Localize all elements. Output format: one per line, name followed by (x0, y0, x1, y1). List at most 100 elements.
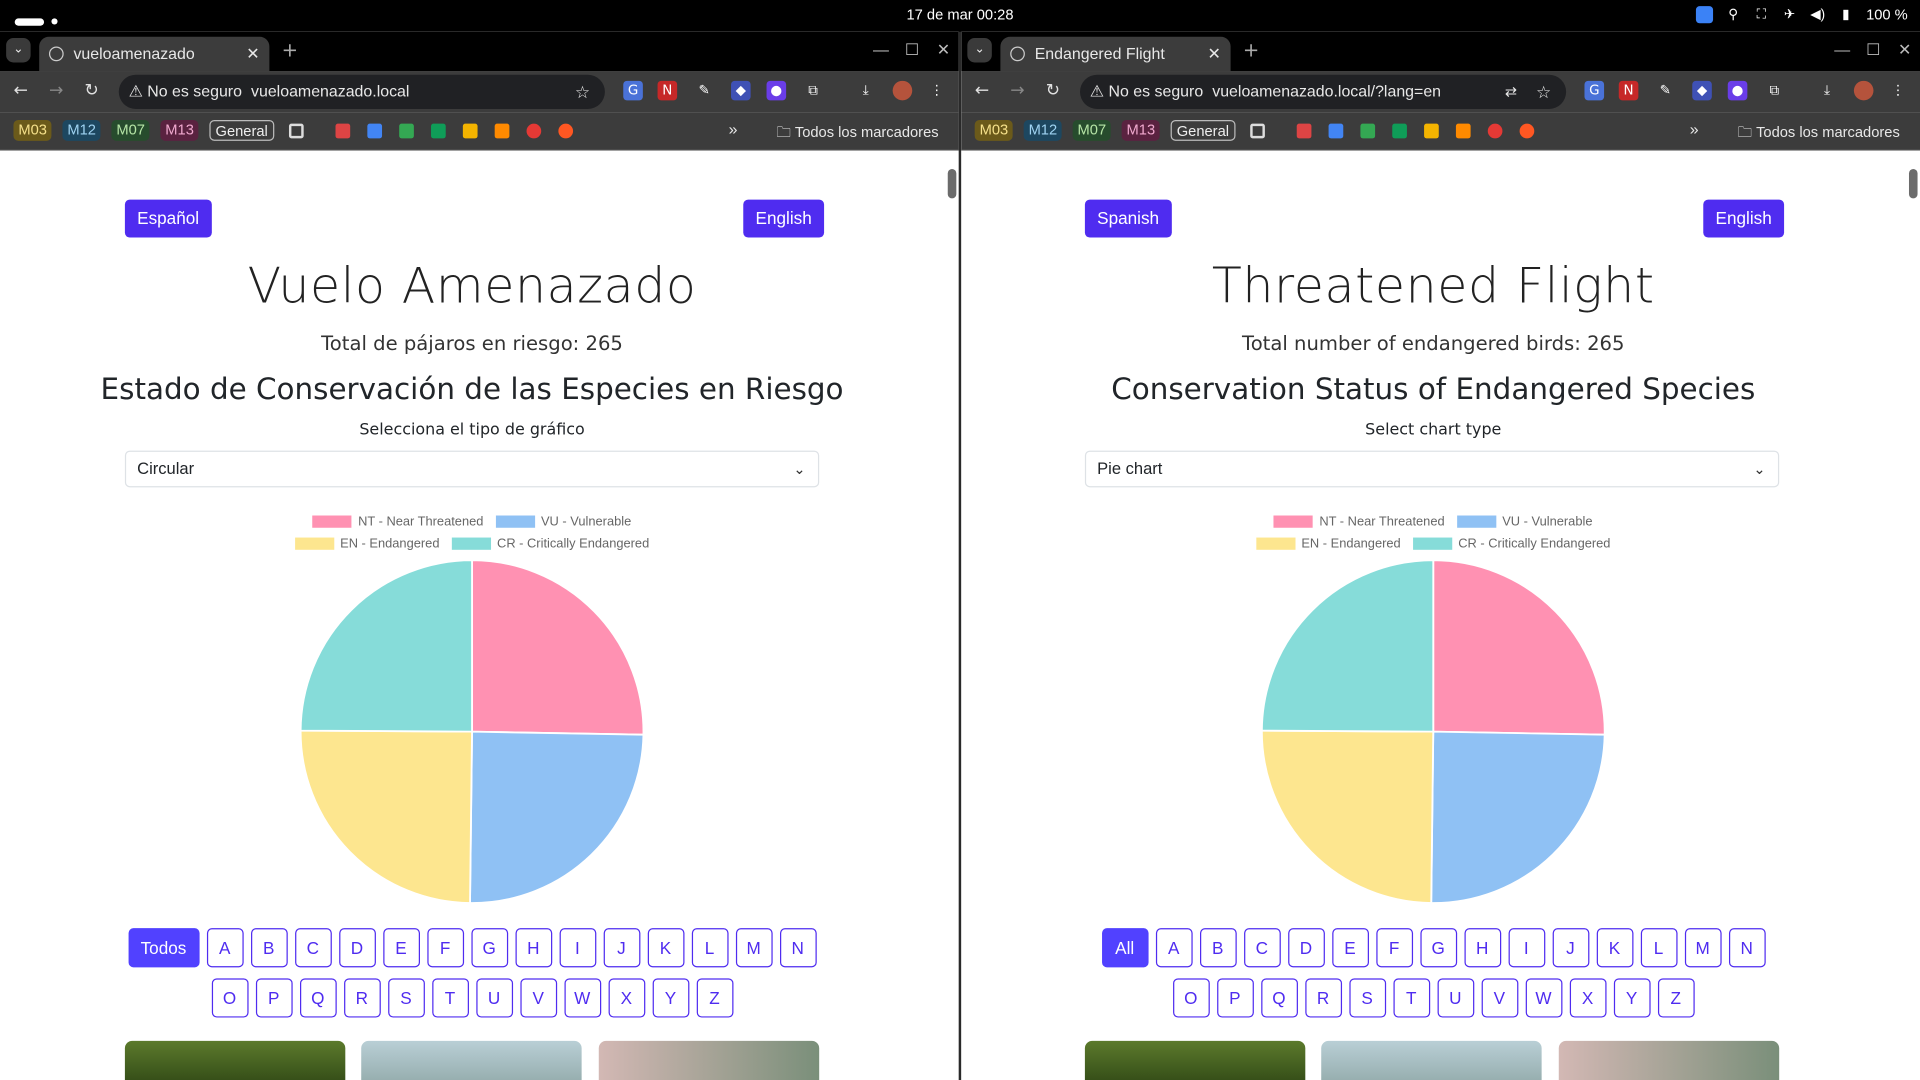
letter-filter-button[interactable]: M (1684, 928, 1722, 968)
letter-filter-button[interactable]: F (1375, 928, 1413, 968)
letter-filter-button[interactable]: O (211, 978, 248, 1018)
app-indicator-icon[interactable] (1695, 6, 1714, 24)
letter-filter-button[interactable]: J (1552, 928, 1589, 968)
bookmark-m07[interactable]: M07 (111, 120, 150, 141)
minimize-icon[interactable]: — (1834, 40, 1850, 58)
new-tab-button[interactable]: + (1243, 38, 1259, 61)
pie-slice[interactable] (299, 729, 473, 904)
letter-filter-button[interactable]: L (691, 928, 728, 968)
pie-chart[interactable] (1260, 558, 1607, 905)
letter-filter-button[interactable]: P (255, 978, 293, 1018)
new-ext-icon[interactable]: N (1618, 80, 1639, 101)
letter-filter-button[interactable]: K (647, 928, 684, 968)
apps-icon[interactable] (288, 123, 304, 139)
letter-filter-button[interactable]: B (250, 928, 288, 968)
site3-icon[interactable] (1519, 123, 1535, 139)
translate-ext-icon[interactable]: G (623, 80, 643, 101)
pie-slice[interactable] (471, 559, 645, 736)
reload-icon[interactable]: ↻ (1046, 81, 1060, 101)
letter-filter-button[interactable]: C (294, 928, 332, 968)
chart-type-select[interactable]: Pie chart ⌄ (1084, 450, 1780, 488)
more-bookmarks-icon[interactable]: » (1690, 120, 1699, 138)
letter-filter-button[interactable]: N (779, 928, 817, 968)
legend-item[interactable]: CR - Critically Endangered (1412, 536, 1610, 551)
extensions-icon[interactable]: ⧉ (1764, 81, 1784, 101)
letter-filter-button[interactable]: S (387, 978, 425, 1018)
bookmark-general[interactable]: General (1170, 120, 1236, 141)
bookmark-m13[interactable]: M13 (1121, 120, 1161, 141)
letter-filter-button[interactable]: W (1525, 978, 1562, 1018)
pie-slice[interactable] (1260, 559, 1435, 733)
shield-ext-icon[interactable]: ◆ (1692, 80, 1712, 101)
letter-filter-button[interactable]: Z (696, 978, 733, 1018)
drive-icon[interactable] (1360, 123, 1376, 139)
letter-filter-button[interactable]: P (1216, 978, 1254, 1018)
spanish-button[interactable]: Español (124, 199, 212, 238)
bookmark-m03[interactable]: M03 (974, 120, 1014, 141)
bird-card-image[interactable] (124, 1040, 346, 1080)
site2-icon[interactable] (1487, 123, 1503, 139)
gmail-icon[interactable] (1296, 123, 1312, 139)
letter-filter-button[interactable]: Y (652, 978, 689, 1018)
letter-filter-button[interactable]: S (1348, 978, 1386, 1018)
download-icon[interactable]: ⤓ (856, 81, 876, 101)
letter-filter-button[interactable]: N (1728, 928, 1766, 968)
pie-slice[interactable] (469, 730, 645, 904)
translate-ext-icon[interactable]: G (1584, 80, 1605, 101)
insecure-warning[interactable]: ⚠ No es seguro (129, 75, 242, 109)
letter-filter-button[interactable]: O (1172, 978, 1210, 1018)
close-tab-icon[interactable]: ✕ (246, 37, 259, 71)
letter-filter-button[interactable]: K (1596, 928, 1633, 968)
legend-item[interactable]: EN - Endangered (294, 536, 439, 551)
back-icon[interactable]: ← (13, 81, 27, 101)
download-icon[interactable]: ⤓ (1817, 81, 1837, 101)
pie-slice[interactable] (299, 559, 473, 733)
letter-filter-button[interactable]: A (1155, 928, 1193, 968)
address-bar[interactable]: ⚠ No es seguro vueloamenazado.local ☆ (118, 74, 605, 109)
new-ext-icon[interactable]: N (657, 80, 678, 101)
new-tab-button[interactable]: + (282, 38, 298, 61)
english-button[interactable]: English (743, 199, 824, 238)
site-icon[interactable] (494, 123, 510, 139)
meet-icon[interactable] (1392, 123, 1407, 139)
letter-filter-button[interactable]: W (563, 978, 601, 1018)
letter-filter-button[interactable]: X (1569, 978, 1606, 1018)
letter-filter-button[interactable]: L (1640, 928, 1677, 968)
letter-filter-button[interactable]: U (1436, 978, 1474, 1018)
letter-filter-button[interactable]: D (338, 928, 376, 968)
apps-icon[interactable] (1250, 123, 1265, 139)
profile-avatar[interactable] (1853, 80, 1874, 101)
menu-icon[interactable]: ⋮ (1888, 81, 1908, 101)
tab-search-button[interactable]: ⌄ (6, 37, 31, 63)
spanish-button[interactable]: Spanish (1084, 199, 1172, 238)
bookmark-star-icon[interactable]: ☆ (575, 75, 590, 109)
letter-filter-button[interactable]: H (1463, 928, 1501, 968)
bookmark-m07[interactable]: M07 (1072, 120, 1112, 141)
site3-icon[interactable] (558, 123, 574, 139)
pie-slice[interactable] (1260, 729, 1435, 904)
scrollbar[interactable] (947, 168, 957, 199)
all-bookmarks[interactable]: 🗀 Todos los marcadores (776, 121, 938, 147)
letter-filter-button[interactable]: Y (1613, 978, 1651, 1018)
letter-filter-button[interactable]: T (431, 978, 469, 1018)
letter-filter-button[interactable]: I (1507, 928, 1545, 968)
calendar-icon[interactable] (367, 123, 383, 139)
drive-icon[interactable] (399, 123, 414, 139)
legend-item[interactable]: VU - Vulnerable (1456, 514, 1592, 529)
forward-icon[interactable]: → (49, 81, 63, 101)
forward-icon[interactable]: → (1010, 81, 1024, 101)
chat-ext-icon[interactable]: ● (766, 80, 787, 101)
close-window-icon[interactable]: ✕ (1898, 40, 1911, 60)
legend-item[interactable]: EN - Endangered (1256, 536, 1401, 551)
letter-filter-button[interactable]: C (1243, 928, 1281, 968)
bird-card-image[interactable] (1084, 1040, 1306, 1080)
address-bar[interactable]: ⚠ No es seguro vueloamenazado.local/?lan… (1080, 74, 1567, 109)
back-icon[interactable]: ← (975, 81, 989, 101)
letter-filter-button[interactable]: V (1481, 978, 1518, 1018)
gmail-icon[interactable] (335, 123, 351, 139)
bird-card-image[interactable] (1558, 1040, 1780, 1080)
letter-filter-button[interactable]: E (382, 928, 420, 968)
bird-card-image[interactable] (1321, 1040, 1542, 1080)
minimize-icon[interactable]: — (873, 40, 889, 58)
letter-filter-button[interactable]: U (475, 978, 513, 1018)
